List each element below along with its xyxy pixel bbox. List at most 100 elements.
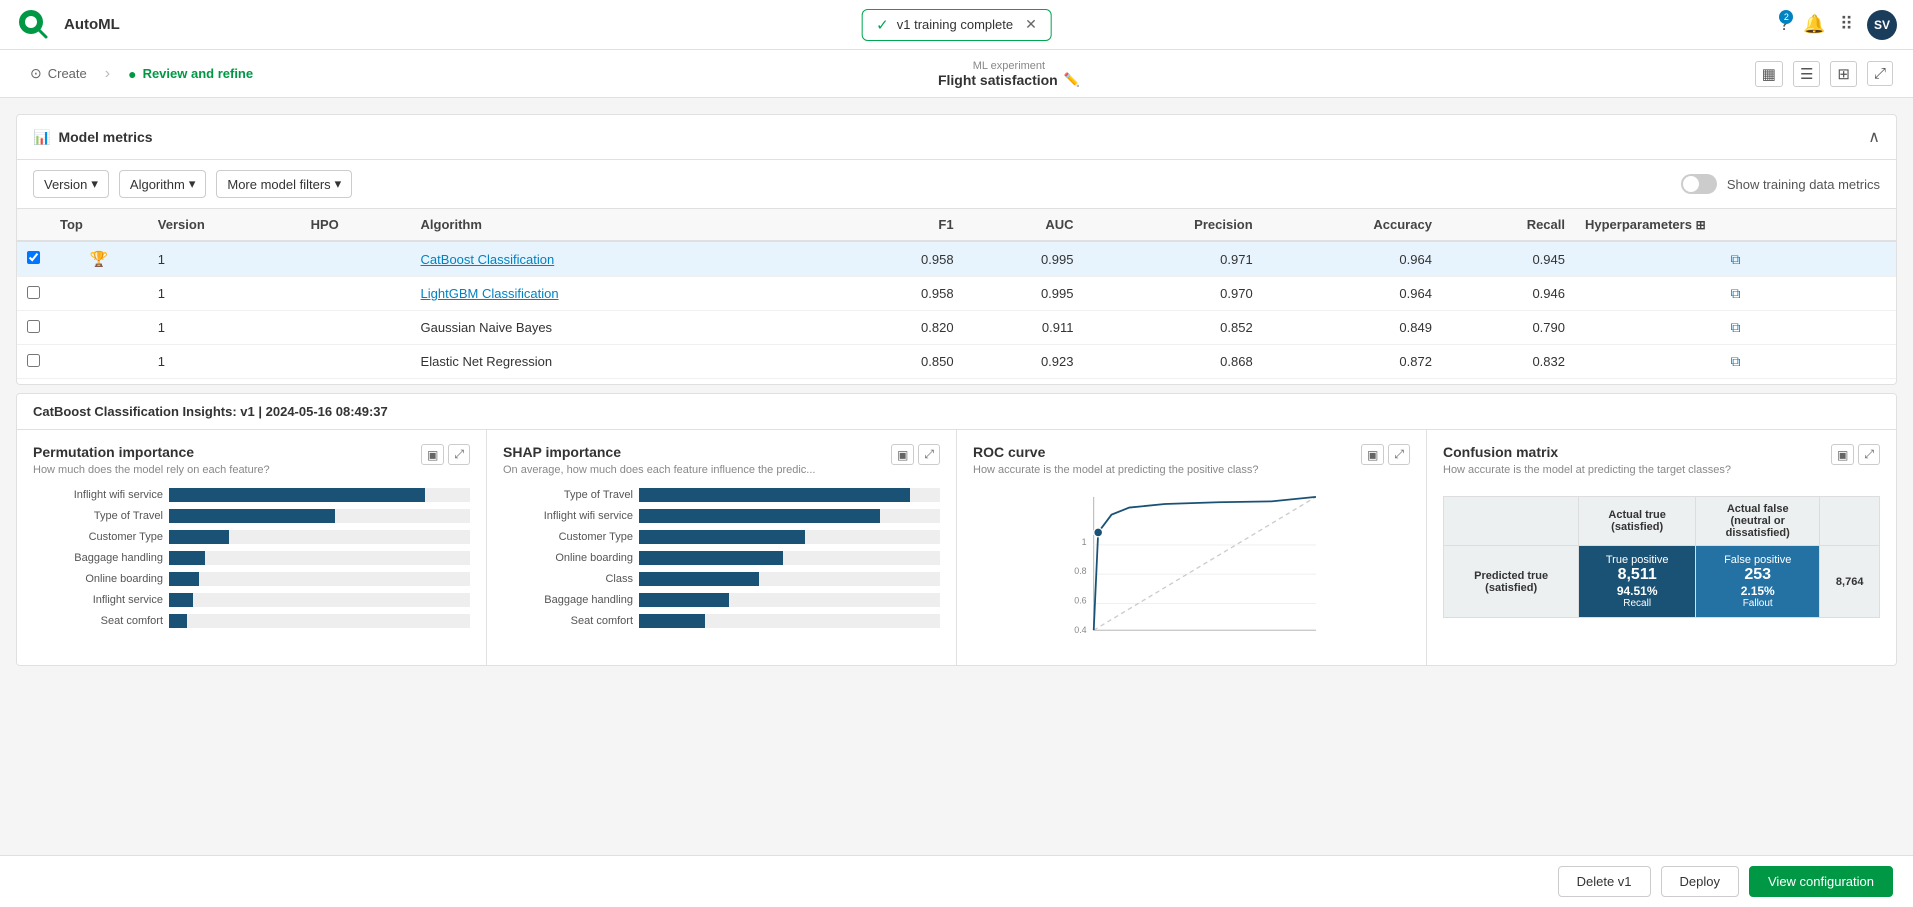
row-algorithm: Lasso Regression — [411, 379, 844, 385]
model-table-wrapper[interactable]: Top Version HPO Algorithm F1 AUC Precisi… — [17, 209, 1896, 384]
col-hyperparameters: Hyperparameters ⊞ — [1575, 209, 1896, 241]
hyperparams-link-icon[interactable]: ⧉ — [1731, 353, 1741, 369]
view-list-button[interactable]: ☰ — [1793, 61, 1820, 87]
shap-bar-row: Inflight wifi service — [503, 509, 940, 523]
shap-bar-fill — [639, 530, 805, 544]
list-view-icon: ☰ — [1800, 66, 1813, 83]
app-title: AutoML — [64, 16, 120, 33]
row-auc: 0.995 — [964, 277, 1084, 311]
shap-bar-row: Customer Type — [503, 530, 940, 544]
roc-subtitle: How accurate is the model at predicting … — [973, 464, 1259, 476]
training-data-toggle[interactable] — [1681, 174, 1717, 194]
shap-expand-1[interactable]: ▣ — [891, 444, 914, 465]
svg-text:0.4: 0.4 — [1074, 625, 1086, 635]
row-accuracy: 0.872 — [1263, 345, 1442, 379]
row-auc: 0.923 — [964, 345, 1084, 379]
row-recall: 0.832 — [1442, 379, 1575, 385]
cm-false-positive: False positive 253 2.15% Fallout — [1696, 546, 1820, 618]
shap-bar-container — [639, 488, 940, 502]
table-row[interactable]: 🏆 1 CatBoost Classification 0.958 0.995 … — [17, 241, 1896, 277]
roc-expand-2[interactable]: ⤢ — [1388, 444, 1410, 465]
table-row[interactable]: 1 Elastic Net Regression 0.850 0.923 0.8… — [17, 345, 1896, 379]
algorithm-filter[interactable]: Algorithm ▾ — [119, 170, 206, 198]
permutation-expand-2[interactable]: ⤢ — [448, 444, 470, 465]
confusion-expand-2[interactable]: ⤢ — [1858, 444, 1880, 465]
row-version: 1 — [148, 241, 301, 277]
table-row[interactable]: 1 Gaussian Naive Bayes 0.820 0.911 0.852… — [17, 311, 1896, 345]
hyperparams-link-icon[interactable]: ⧉ — [1731, 251, 1741, 267]
user-avatar[interactable]: SV — [1867, 10, 1897, 40]
row-algorithm: CatBoost Classification — [411, 241, 844, 277]
confusion-expand-1[interactable]: ▣ — [1831, 444, 1854, 465]
row-hpo — [301, 277, 411, 311]
step-review[interactable]: ● Review and refine — [118, 62, 263, 86]
view-config-button[interactable]: View configuration — [1749, 866, 1893, 897]
shap-bar-container — [639, 530, 940, 544]
version-filter[interactable]: Version ▾ — [33, 170, 109, 198]
row-version: 1 — [148, 277, 301, 311]
row-accuracy: 0.964 — [1263, 241, 1442, 277]
more-filters-dropdown-icon: ▾ — [335, 176, 342, 192]
shap-bar-label: Online boarding — [503, 552, 633, 564]
col-auc: AUC — [964, 209, 1084, 241]
shap-bar-fill — [639, 614, 705, 628]
shap-expand-2[interactable]: ⤢ — [918, 444, 940, 465]
notification-bell-button[interactable]: 🔔 — [1803, 14, 1825, 35]
row-checkbox[interactable] — [27, 354, 40, 367]
table-row[interactable]: 1 Lasso Regression 0.850 0.923 0.868 0.8… — [17, 379, 1896, 385]
row-checkbox[interactable] — [27, 286, 40, 299]
apps-grid-button[interactable]: ⠿ — [1840, 14, 1853, 35]
col-accuracy: Accuracy — [1263, 209, 1442, 241]
collapse-button[interactable]: ∧ — [1868, 127, 1880, 147]
toggle-track[interactable] — [1681, 174, 1717, 194]
more-filters[interactable]: More model filters ▾ — [216, 170, 352, 198]
trophy-icon: 🏆 — [90, 251, 109, 268]
row-version: 1 — [148, 379, 301, 385]
row-checkbox[interactable] — [27, 320, 40, 333]
hyperparams-link-icon[interactable]: ⧉ — [1731, 285, 1741, 301]
action-bar: Delete v1 Deploy View configuration — [0, 855, 1913, 907]
create-step-icon: ⊙ — [30, 65, 42, 82]
row-precision: 0.970 — [1083, 277, 1262, 311]
row-auc: 0.995 — [964, 241, 1084, 277]
show-training-label: Show training data metrics — [1727, 177, 1880, 192]
insights-title: CatBoost Classification Insights: v1 | 2… — [33, 404, 388, 419]
row-precision: 0.971 — [1083, 241, 1262, 277]
delete-button[interactable]: Delete v1 — [1558, 866, 1651, 897]
row-algorithm: Gaussian Naive Bayes — [411, 311, 844, 345]
help-button[interactable]: ? 2 — [1779, 14, 1789, 35]
fp-pct: 2.15% — [1700, 584, 1815, 598]
view-expand-button[interactable]: ⤢ — [1867, 61, 1893, 86]
row-precision: 0.852 — [1083, 311, 1262, 345]
bar-fill — [169, 488, 425, 502]
model-metrics-title: 📊 Model metrics — [33, 129, 153, 146]
bar-fill — [169, 530, 229, 544]
more-filters-label: More model filters — [227, 177, 330, 192]
table-row[interactable]: 1 LightGBM Classification 0.958 0.995 0.… — [17, 277, 1896, 311]
row-checkbox[interactable] — [27, 251, 40, 264]
row-hpo — [301, 241, 411, 277]
bar-fill — [169, 551, 205, 565]
permutation-expand-1[interactable]: ▣ — [421, 444, 444, 465]
permutation-bar-row: Customer Type — [33, 530, 470, 544]
hyperparams-link-icon[interactable]: ⧉ — [1731, 319, 1741, 335]
row-precision: 0.868 — [1083, 345, 1262, 379]
row-auc: 0.911 — [964, 311, 1084, 345]
roc-panel: ROC curve How accurate is the model at p… — [957, 430, 1427, 665]
close-notification-icon[interactable]: ✕ — [1025, 16, 1037, 33]
notification-text: v1 training complete — [897, 17, 1013, 32]
view-card-button[interactable]: ▦ — [1755, 61, 1783, 87]
roc-expand-1[interactable]: ▣ — [1361, 444, 1384, 465]
view-grid-button[interactable]: ⊞ — [1830, 61, 1857, 87]
bar-label: Inflight wifi service — [33, 489, 163, 501]
metrics-icon: 📊 — [33, 129, 50, 146]
card-view-icon: ▦ — [1762, 66, 1776, 83]
bar-container — [169, 488, 470, 502]
deploy-button[interactable]: Deploy — [1661, 866, 1739, 897]
edit-icon[interactable]: ✏️ — [1064, 72, 1080, 88]
row-algorithm: LightGBM Classification — [411, 277, 844, 311]
cm-side-total: 8,764 — [1820, 546, 1880, 618]
permutation-subtitle: How much does the model rely on each fea… — [33, 464, 270, 476]
col-algorithm: Algorithm — [411, 209, 844, 241]
step-create[interactable]: ⊙ Create — [20, 61, 97, 86]
